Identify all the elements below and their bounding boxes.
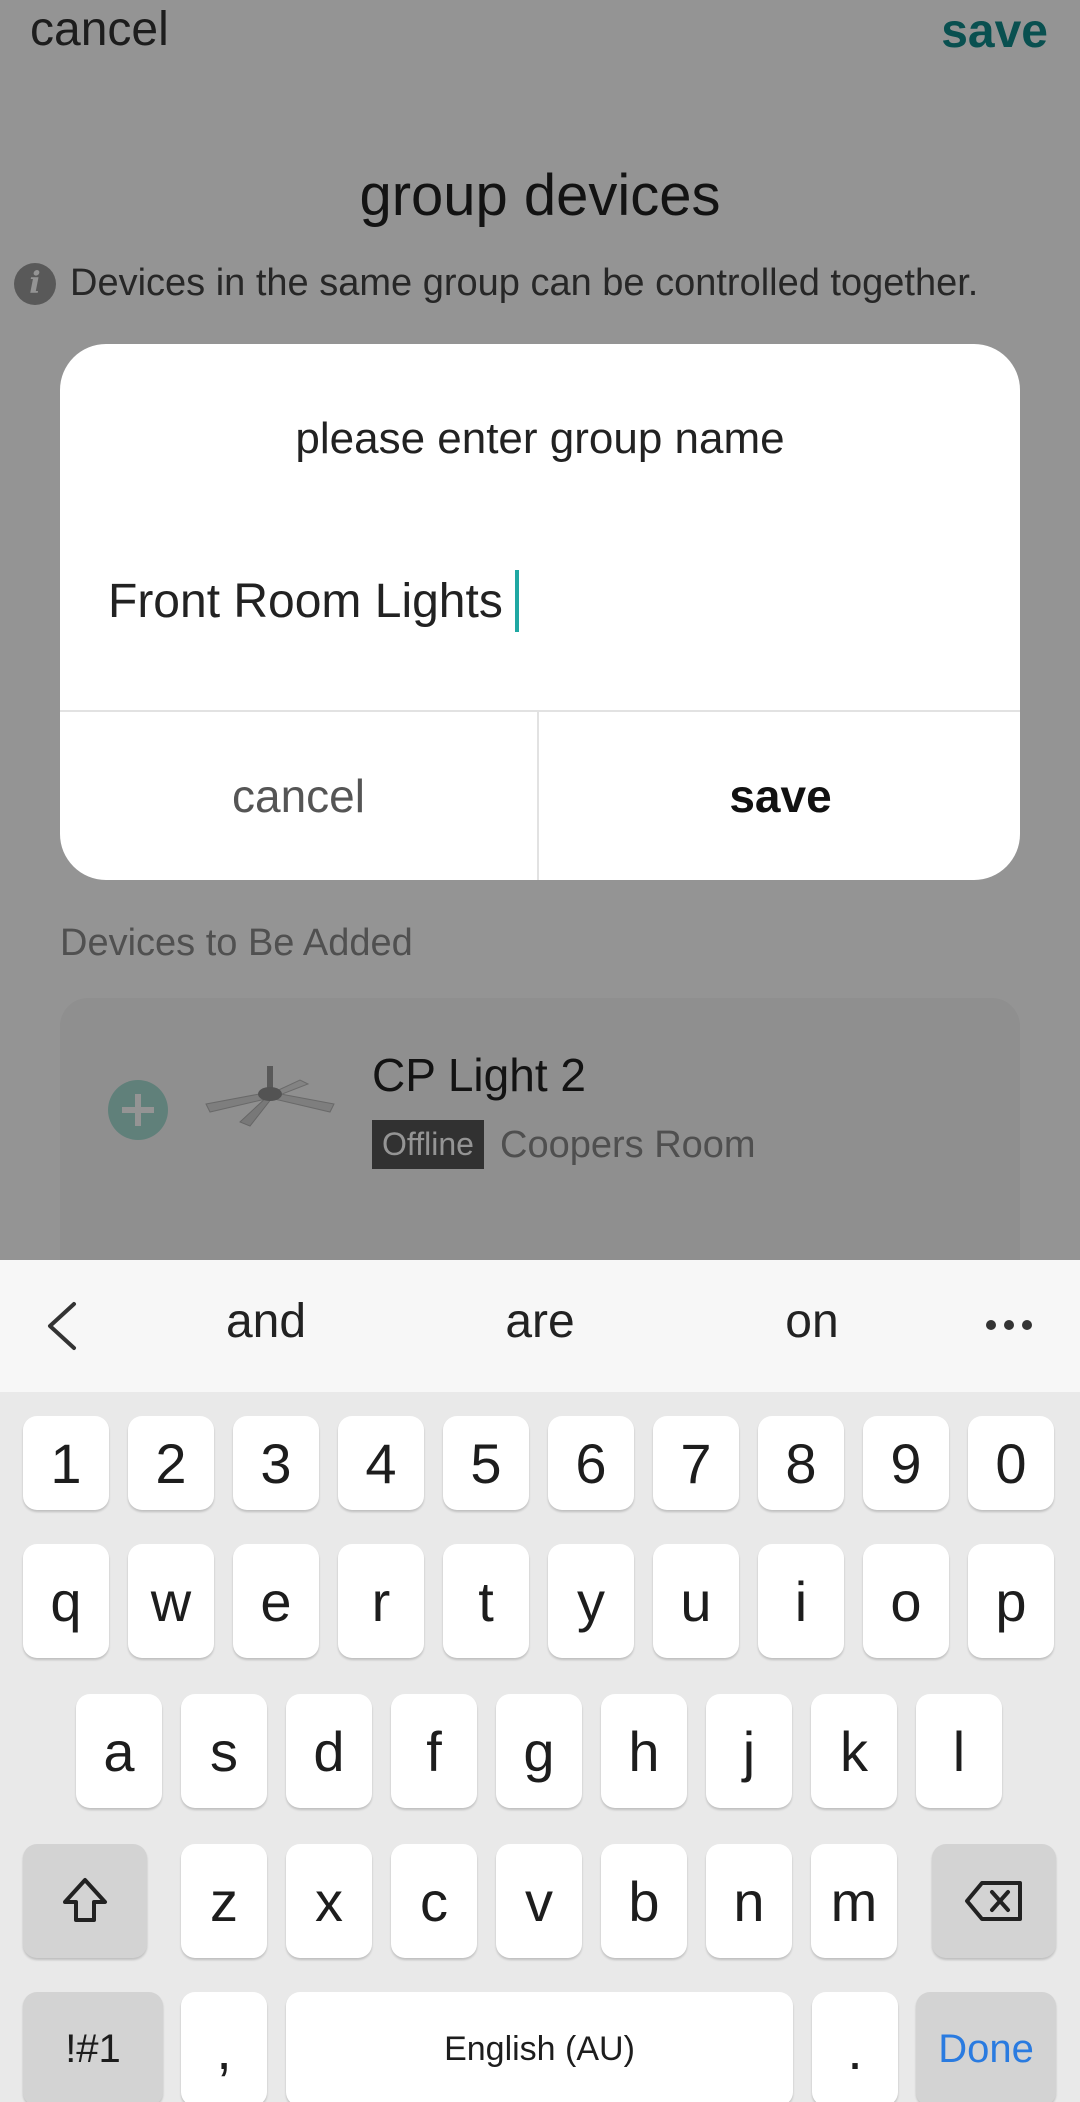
key-3[interactable]: 3 bbox=[233, 1416, 319, 1510]
suggestion-item[interactable]: are bbox=[420, 1294, 660, 1349]
key-4[interactable]: 4 bbox=[338, 1416, 424, 1510]
comma-key[interactable]: , bbox=[181, 1992, 267, 2102]
symbols-key[interactable]: !#1 bbox=[23, 1992, 163, 2102]
key-y[interactable]: y bbox=[548, 1544, 634, 1658]
key-j[interactable]: j bbox=[706, 1694, 792, 1808]
done-key[interactable]: Done bbox=[916, 1992, 1056, 2102]
key-c[interactable]: c bbox=[391, 1844, 477, 1958]
key-b[interactable]: b bbox=[601, 1844, 687, 1958]
key-x[interactable]: x bbox=[286, 1844, 372, 1958]
key-f[interactable]: f bbox=[391, 1694, 477, 1808]
period-key[interactable]: . bbox=[812, 1992, 898, 2102]
suggestion-item[interactable]: and bbox=[146, 1294, 386, 1349]
key-t[interactable]: t bbox=[443, 1544, 529, 1658]
key-l[interactable]: l bbox=[916, 1694, 1002, 1808]
shift-key[interactable] bbox=[23, 1844, 147, 1958]
suggestion-bar: and are on bbox=[0, 1260, 1080, 1392]
key-r[interactable]: r bbox=[338, 1544, 424, 1658]
key-z[interactable]: z bbox=[181, 1844, 267, 1958]
key-7[interactable]: 7 bbox=[653, 1416, 739, 1510]
key-d[interactable]: d bbox=[286, 1694, 372, 1808]
key-0[interactable]: 0 bbox=[968, 1416, 1054, 1510]
key-k[interactable]: k bbox=[811, 1694, 897, 1808]
dialog-title: please enter group name bbox=[295, 414, 785, 463]
key-6[interactable]: 6 bbox=[548, 1416, 634, 1510]
key-9[interactable]: 9 bbox=[863, 1416, 949, 1510]
dialog-save-button[interactable]: save bbox=[541, 712, 1020, 880]
soft-keyboard: and are on 1234567890 qwertyuiop asdfghjkl… bbox=[0, 1260, 1080, 2102]
backspace-key[interactable] bbox=[932, 1844, 1056, 1958]
key-e[interactable]: e bbox=[233, 1544, 319, 1658]
text-caret bbox=[514, 570, 519, 632]
key-1[interactable]: 1 bbox=[23, 1416, 109, 1510]
key-p[interactable]: p bbox=[968, 1544, 1054, 1658]
key-2[interactable]: 2 bbox=[128, 1416, 214, 1510]
space-key[interactable]: English (AU) bbox=[286, 1992, 793, 2102]
more-icon[interactable] bbox=[986, 1320, 1032, 1330]
key-n[interactable]: n bbox=[706, 1844, 792, 1958]
suggestion-item[interactable]: on bbox=[692, 1294, 932, 1349]
key-u[interactable]: u bbox=[653, 1544, 739, 1658]
dialog-cancel-button[interactable]: cancel bbox=[60, 712, 539, 880]
key-a[interactable]: a bbox=[76, 1694, 162, 1808]
key-h[interactable]: h bbox=[601, 1694, 687, 1808]
shift-icon bbox=[63, 1878, 107, 1922]
group-name-dialog: please enter group name Front Room Light… bbox=[60, 344, 1020, 880]
chevron-left-icon[interactable] bbox=[42, 1300, 84, 1352]
key-q[interactable]: q bbox=[23, 1544, 109, 1658]
key-o[interactable]: o bbox=[863, 1544, 949, 1658]
key-s[interactable]: s bbox=[181, 1694, 267, 1808]
key-w[interactable]: w bbox=[128, 1544, 214, 1658]
key-v[interactable]: v bbox=[496, 1844, 582, 1958]
key-i[interactable]: i bbox=[758, 1544, 844, 1658]
key-m[interactable]: m bbox=[811, 1844, 897, 1958]
backspace-icon bbox=[965, 1881, 1022, 1921]
key-5[interactable]: 5 bbox=[443, 1416, 529, 1510]
group-name-input[interactable]: Front Room Lights bbox=[108, 570, 519, 632]
key-8[interactable]: 8 bbox=[758, 1416, 844, 1510]
group-name-value: Front Room Lights bbox=[108, 574, 503, 628]
key-g[interactable]: g bbox=[496, 1694, 582, 1808]
